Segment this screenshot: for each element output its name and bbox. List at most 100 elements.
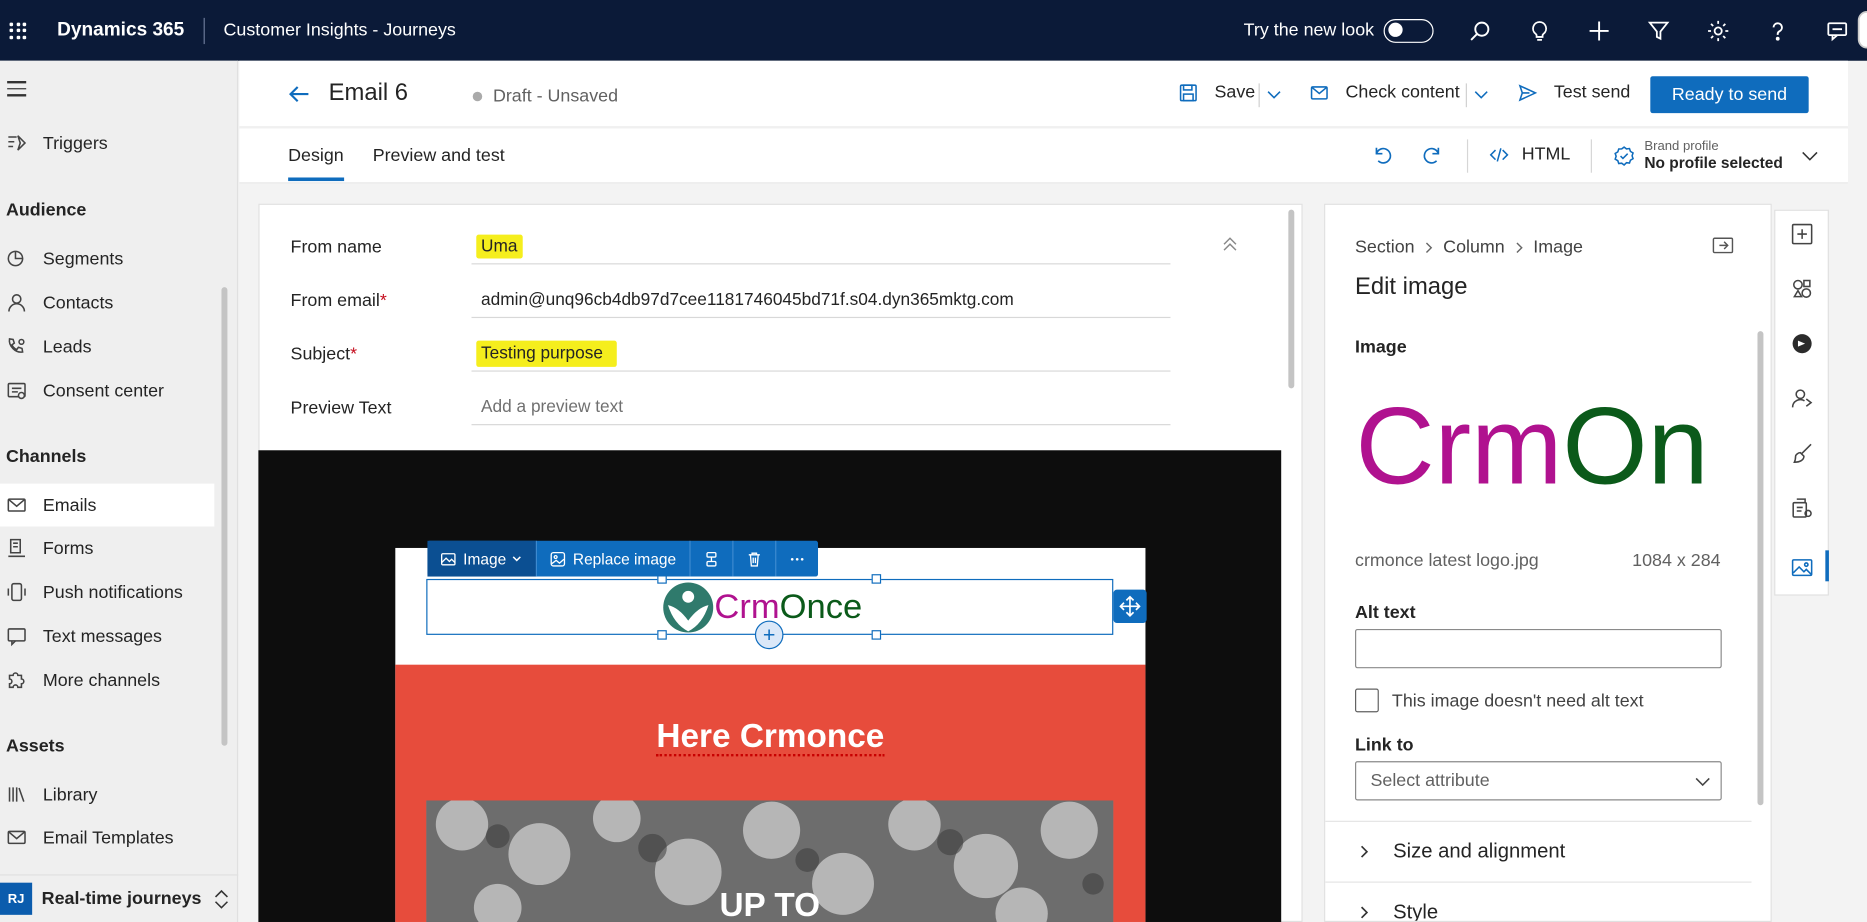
tab-design[interactable]: Design bbox=[288, 145, 344, 182]
nav-item-emails[interactable]: Emails bbox=[0, 483, 215, 527]
image-block-toolbar: Image Replace image bbox=[427, 540, 818, 577]
app-launcher-icon[interactable] bbox=[9, 22, 27, 39]
nav-scrollbar[interactable] bbox=[221, 287, 228, 746]
check-content-chevron-down-icon[interactable] bbox=[1472, 85, 1491, 104]
styles-brush-icon[interactable] bbox=[1791, 442, 1814, 465]
nav-item-push-notifications[interactable]: Push notifications bbox=[0, 571, 214, 614]
gear-icon[interactable] bbox=[1688, 0, 1748, 61]
hero-section[interactable]: Here Crmonce UP TO bbox=[395, 664, 1146, 922]
check-content-button[interactable]: Check content bbox=[1310, 82, 1460, 102]
search-icon[interactable] bbox=[1450, 0, 1510, 61]
image-type-dropdown[interactable]: Image bbox=[427, 540, 538, 577]
try-new-look-label: Try the new look bbox=[1243, 20, 1375, 41]
redo-icon[interactable] bbox=[1421, 143, 1445, 167]
hero-image[interactable]: UP TO bbox=[426, 800, 1114, 922]
image-preview[interactable]: iCrmOn bbox=[1355, 393, 1722, 500]
filter-icon[interactable] bbox=[1629, 0, 1689, 61]
subject-field[interactable]: Testing purpose bbox=[471, 336, 1171, 372]
chevron-right-icon bbox=[1360, 906, 1369, 919]
elements-icon[interactable] bbox=[1791, 278, 1814, 301]
undo-icon[interactable] bbox=[1370, 143, 1394, 167]
checkbox-box[interactable] bbox=[1355, 688, 1379, 713]
nav-item-triggers[interactable]: Triggers bbox=[0, 122, 214, 165]
hamburger-menu-icon[interactable] bbox=[7, 81, 27, 101]
nav-item-consent-center[interactable]: Consent center bbox=[0, 369, 214, 412]
nav-item-library[interactable]: Library bbox=[0, 773, 214, 816]
style-label: Style bbox=[1393, 900, 1439, 922]
plus-icon[interactable] bbox=[1569, 0, 1629, 61]
copilot-icon[interactable] bbox=[1791, 332, 1814, 355]
ready-to-send-button[interactable]: Ready to send bbox=[1650, 76, 1809, 114]
preview-text-field[interactable]: Add a preview text bbox=[471, 390, 1171, 426]
top-bar: Dynamics 365 Customer Insights - Journey… bbox=[0, 0, 1867, 61]
tab-preview-and-test[interactable]: Preview and test bbox=[373, 145, 505, 165]
form-icon bbox=[8, 538, 26, 558]
add-element-icon[interactable] bbox=[1791, 223, 1814, 246]
status-text: Draft - Unsaved bbox=[492, 85, 619, 107]
resize-handle[interactable] bbox=[871, 574, 882, 584]
email-canvas: CrmOnce + Image Replace image Here Crmon… bbox=[258, 450, 1282, 922]
nav-label: Push notifications bbox=[42, 581, 183, 603]
size-alignment-accordion[interactable]: Size and alignment bbox=[1325, 820, 1752, 882]
nav-item-more-channels[interactable]: More channels bbox=[0, 659, 214, 702]
puzzle-icon bbox=[8, 672, 25, 689]
nav-item-forms[interactable]: Forms bbox=[0, 527, 214, 570]
insert-block-button[interactable] bbox=[690, 540, 734, 577]
new-look-toggle[interactable] bbox=[1383, 18, 1434, 43]
alt-text-input[interactable] bbox=[1355, 628, 1722, 669]
hero-title[interactable]: Here Crmonce bbox=[395, 717, 1145, 757]
check-content-label: Check content bbox=[1345, 82, 1460, 103]
link-to-select[interactable]: Select attribute bbox=[1355, 761, 1722, 801]
area-label: Real-time journeys bbox=[41, 888, 202, 909]
divider bbox=[203, 17, 205, 44]
test-send-button[interactable]: Test send bbox=[1518, 82, 1630, 102]
delete-block-button[interactable] bbox=[733, 540, 777, 577]
phone-person-icon bbox=[8, 338, 25, 353]
dock-panel-icon[interactable] bbox=[1712, 237, 1734, 254]
edge-tab-icon[interactable] bbox=[1848, 0, 1867, 61]
html-button[interactable]: HTML bbox=[1489, 144, 1570, 164]
resize-handle[interactable] bbox=[871, 630, 882, 640]
nav-section-assets: Assets bbox=[5, 736, 65, 757]
move-block-button[interactable] bbox=[1113, 589, 1147, 623]
app-name[interactable]: Customer Insights - Journeys bbox=[224, 20, 456, 40]
form-scrollbar[interactable] bbox=[1288, 209, 1295, 389]
test-send-label: Test send bbox=[1553, 82, 1631, 103]
nav-item-leads[interactable]: Leads bbox=[0, 325, 214, 368]
save-button[interactable]: Save bbox=[1179, 82, 1255, 102]
sms-icon bbox=[7, 628, 26, 647]
brand-profile-selector[interactable]: Brand profile No profile selected bbox=[1613, 139, 1819, 172]
more-options-button[interactable] bbox=[776, 541, 818, 577]
nav-label: Text messages bbox=[42, 625, 162, 647]
save-chevron-down-icon[interactable] bbox=[1265, 85, 1284, 104]
panel-scrollbar[interactable] bbox=[1757, 331, 1764, 806]
brand-name[interactable]: Dynamics 365 bbox=[57, 20, 184, 41]
no-alt-text-checkbox[interactable]: This image doesn't need alt text bbox=[1355, 688, 1644, 713]
back-arrow-icon[interactable] bbox=[287, 82, 311, 106]
nav-item-contacts[interactable]: Contacts bbox=[0, 281, 214, 324]
tool-rail bbox=[1774, 209, 1829, 596]
nav-item-text-messages[interactable]: Text messages bbox=[0, 615, 214, 658]
nav-item-email-templates[interactable]: Email Templates bbox=[0, 816, 214, 859]
add-block-button[interactable]: + bbox=[754, 620, 784, 650]
size-alignment-label: Size and alignment bbox=[1393, 839, 1566, 863]
nav-label: Forms bbox=[42, 537, 94, 559]
help-icon[interactable] bbox=[1748, 0, 1808, 61]
area-switcher[interactable]: RJ Real-time journeys bbox=[0, 874, 239, 922]
breadcrumb-section[interactable]: Section bbox=[1355, 237, 1415, 257]
collapse-up-icon[interactable] bbox=[1220, 235, 1239, 254]
personalization-icon[interactable] bbox=[1791, 387, 1814, 410]
trigger-icon bbox=[8, 135, 27, 151]
style-accordion[interactable]: Style bbox=[1325, 881, 1752, 922]
conditional-content-icon[interactable] bbox=[1791, 497, 1814, 520]
lightbulb-icon[interactable] bbox=[1510, 0, 1570, 61]
image-properties-icon[interactable] bbox=[1791, 556, 1814, 579]
from-email-field[interactable]: admin@unq96cb4db97d7cee1181746045bd71f.s… bbox=[471, 282, 1171, 319]
breadcrumb-column[interactable]: Column bbox=[1443, 237, 1505, 257]
replace-image-icon bbox=[550, 551, 566, 566]
from-name-field[interactable]: Uma bbox=[471, 229, 1171, 265]
replace-image-button[interactable]: Replace image bbox=[537, 540, 691, 577]
rail-selection-indicator bbox=[1825, 550, 1829, 582]
nav-item-segments[interactable]: Segments bbox=[0, 237, 214, 280]
status-badge: Draft - Unsaved bbox=[472, 85, 619, 107]
